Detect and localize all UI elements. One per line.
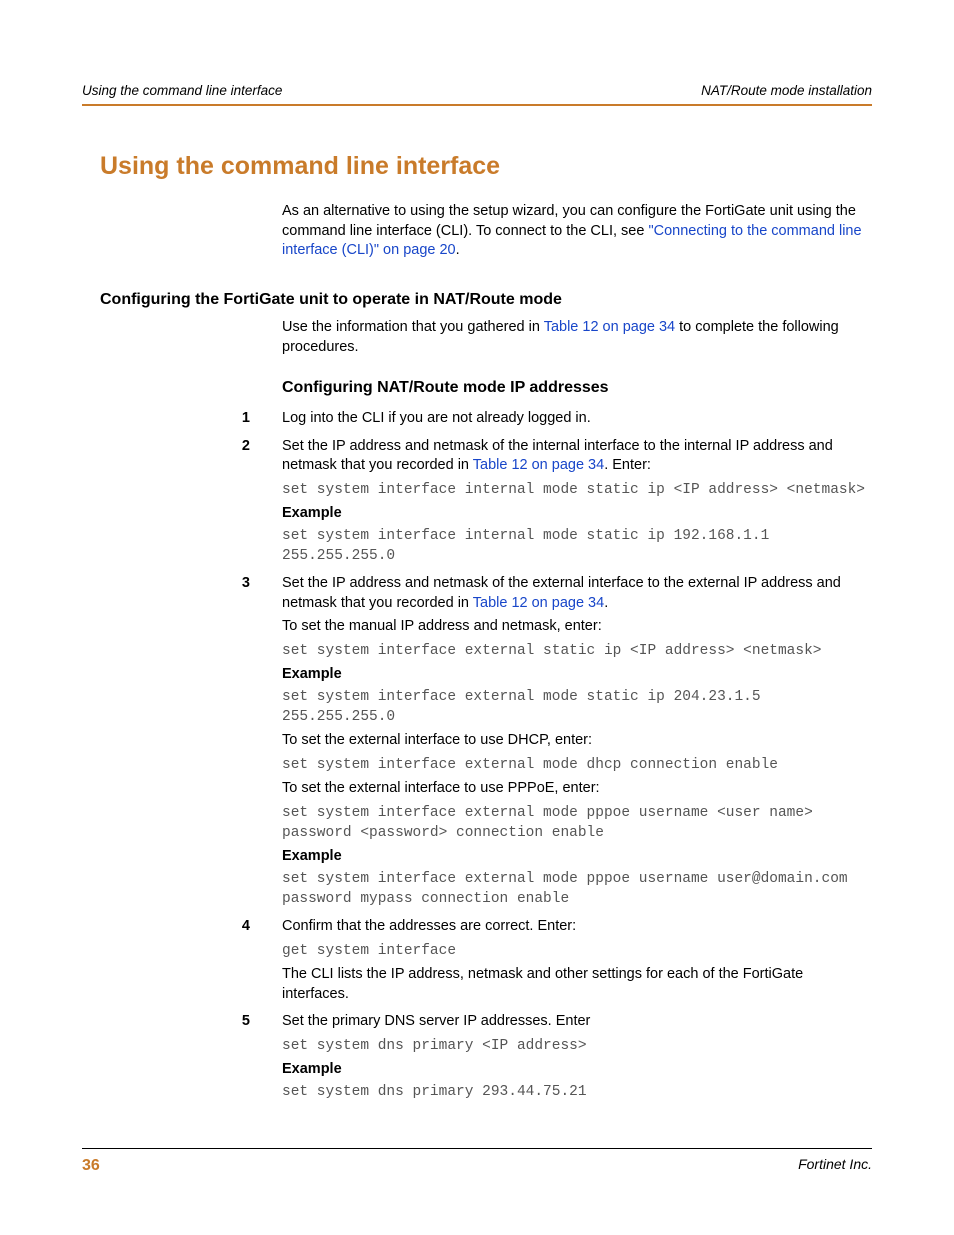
link-table12-b[interactable]: Table 12 on page 34 [473, 457, 604, 473]
example-label: Example [282, 504, 872, 524]
company-name: Fortinet Inc. [798, 1155, 872, 1177]
step3-intro: Set the IP address and netmask of the ex… [282, 574, 872, 613]
link-table12-a[interactable]: Table 12 on page 34 [544, 319, 675, 335]
step-number: 3 [82, 574, 282, 913]
step1-text: Log into the CLI if you are not already … [282, 409, 872, 429]
page-number: 36 [82, 1155, 100, 1177]
step-3: 3 Set the IP address and netmask of the … [82, 574, 872, 913]
step-number: 1 [82, 409, 282, 433]
step2-intro: Set the IP address and netmask of the in… [282, 437, 872, 476]
step3-code1: set system interface external static ip … [282, 641, 872, 661]
sub1-paragraph: Use the information that you gathered in… [282, 318, 872, 357]
step-5: 5 Set the primary DNS server IP addresse… [82, 1012, 872, 1106]
step2-code2: set system interface internal mode stati… [282, 526, 872, 567]
example-label: Example [282, 665, 872, 685]
page-footer: 36 Fortinet Inc. [82, 1148, 872, 1177]
step3-intro-after: . [604, 595, 608, 611]
step3-p1: To set the manual IP address and netmask… [282, 617, 872, 637]
section-title: Using the command line interface [100, 150, 872, 184]
example-label: Example [282, 1060, 872, 1080]
header-left: Using the command line interface [82, 82, 282, 100]
subsection-heading-1: Configuring the FortiGate unit to operat… [100, 289, 872, 311]
step5-intro: Set the primary DNS server IP addresses.… [282, 1012, 872, 1032]
link-table12-c[interactable]: Table 12 on page 34 [473, 595, 604, 611]
header-right: NAT/Route mode installation [701, 82, 872, 100]
step-number: 5 [82, 1012, 282, 1106]
step-number: 4 [82, 917, 282, 1008]
step-1: 1 Log into the CLI if you are not alread… [82, 409, 872, 433]
step4-intro: Confirm that the addresses are correct. … [282, 917, 872, 937]
intro-paragraph: As an alternative to using the setup wiz… [282, 202, 872, 261]
step3-p3: To set the external interface to use PPP… [282, 779, 872, 799]
step3-code3: set system interface external mode dhcp … [282, 755, 872, 775]
step-number: 2 [82, 437, 282, 571]
step-4: 4 Confirm that the addresses are correct… [82, 917, 872, 1008]
step4-code1: get system interface [282, 941, 872, 961]
step4-p1: The CLI lists the IP address, netmask an… [282, 965, 872, 1004]
subsection-heading-2: Configuring NAT/Route mode IP addresses [282, 377, 872, 399]
step5-code2: set system dns primary 293.44.75.21 [282, 1082, 872, 1102]
step-2: 2 Set the IP address and netmask of the … [82, 437, 872, 571]
running-header: Using the command line interface NAT/Rou… [82, 82, 872, 106]
intro-text-after: . [456, 242, 460, 258]
step3-code4: set system interface external mode pppoe… [282, 803, 872, 844]
step5-code1: set system dns primary <IP address> [282, 1036, 872, 1056]
step3-code5: set system interface external mode pppoe… [282, 869, 872, 910]
step2-intro-after: . Enter: [604, 457, 651, 473]
step3-p2: To set the external interface to use DHC… [282, 731, 872, 751]
example-label: Example [282, 847, 872, 867]
step2-code1: set system interface internal mode stati… [282, 480, 872, 500]
step3-code2: set system interface external mode stati… [282, 687, 872, 728]
sub1-before: Use the information that you gathered in [282, 319, 544, 335]
